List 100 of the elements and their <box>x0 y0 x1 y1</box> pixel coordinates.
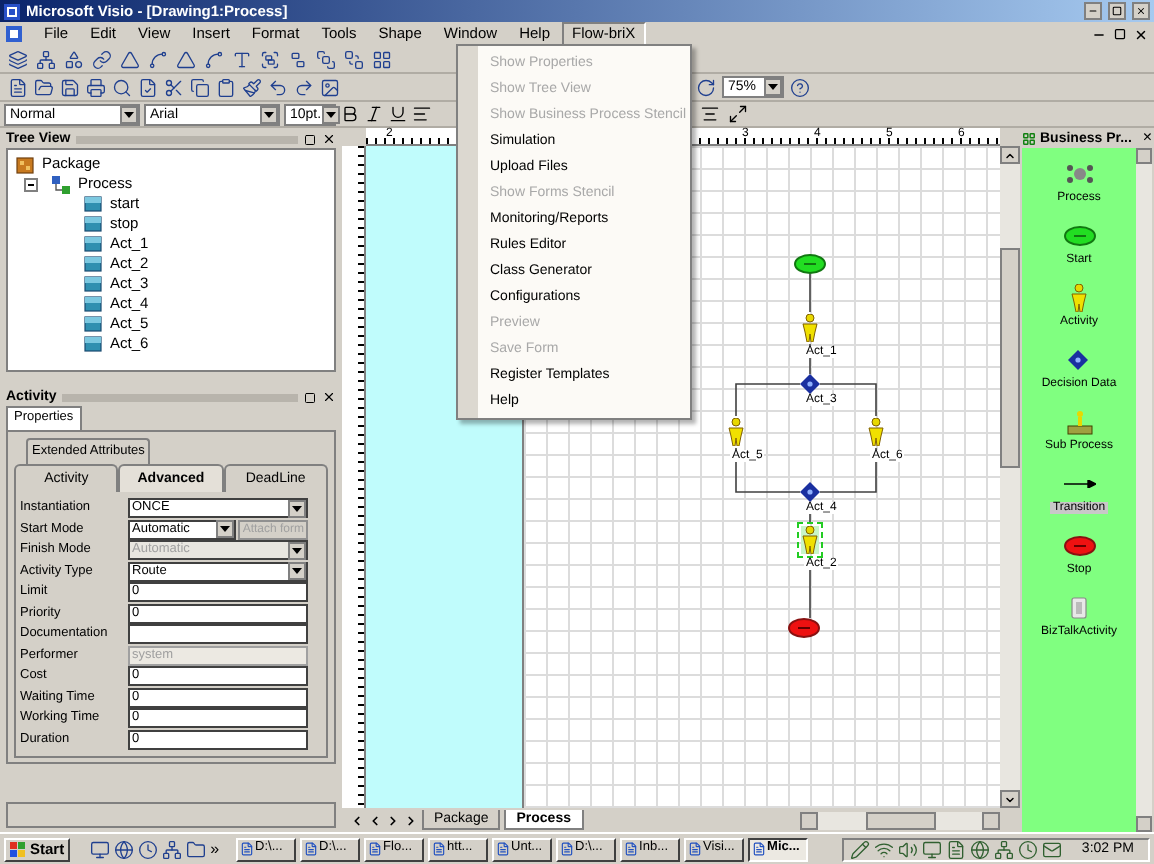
activity-shape-icon <box>1069 284 1088 312</box>
globe-icon[interactable] <box>969 839 990 859</box>
close-icon[interactable] <box>322 390 336 404</box>
minimize-button[interactable] <box>1084 2 1102 20</box>
dropdown-arrow-icon[interactable] <box>764 78 782 96</box>
connector-line <box>735 383 801 417</box>
undo-icon[interactable] <box>268 77 288 97</box>
align-center-icon[interactable] <box>700 104 720 124</box>
dropdown-arrow-icon[interactable] <box>120 105 138 123</box>
package-icon <box>16 155 34 173</box>
underline-icon[interactable] <box>388 104 408 124</box>
stencil-icon <box>1022 131 1036 145</box>
app-icon <box>4 3 20 19</box>
bring-front-icon[interactable] <box>316 49 336 69</box>
scroll-down-icon[interactable] <box>1004 793 1016 805</box>
italic-icon[interactable] <box>364 104 384 124</box>
document-icon[interactable] <box>945 839 966 859</box>
document-icon <box>623 842 638 856</box>
redo-icon[interactable] <box>294 77 314 97</box>
print-icon[interactable] <box>86 77 106 97</box>
shape-icon <box>84 196 102 212</box>
shape-icon <box>84 336 102 352</box>
dropdown-arrow-icon[interactable] <box>216 520 235 539</box>
document-icon <box>367 842 382 856</box>
close-icon[interactable] <box>322 132 336 146</box>
curve-icon[interactable] <box>204 49 224 69</box>
network-icon[interactable] <box>162 839 183 859</box>
align-left-icon[interactable] <box>412 104 432 124</box>
connector-line <box>735 447 801 493</box>
dropdown-arrow-icon[interactable] <box>288 499 306 518</box>
scroll-up-icon[interactable] <box>1004 149 1016 161</box>
last-page-icon[interactable] <box>404 813 418 827</box>
mail-icon[interactable] <box>1041 839 1062 859</box>
maximize-button[interactable] <box>1108 2 1126 20</box>
document-icon <box>239 842 254 856</box>
start-shape-icon <box>1063 226 1095 246</box>
first-page-icon[interactable] <box>350 813 364 827</box>
biztalk-shape-icon <box>1069 596 1088 620</box>
expander-icon[interactable] <box>24 177 38 191</box>
dropdown-arrow-icon[interactable] <box>321 105 340 123</box>
copy-icon[interactable] <box>190 77 210 97</box>
paste-icon[interactable] <box>216 77 236 97</box>
stencil-scrollbar[interactable] <box>1136 148 1152 832</box>
new-file-icon[interactable] <box>8 77 28 97</box>
wifi-icon[interactable] <box>873 839 894 859</box>
cut-icon[interactable] <box>164 77 184 97</box>
ungroup-icon[interactable] <box>288 49 308 69</box>
triangle-icon[interactable] <box>176 49 196 69</box>
restore-icon[interactable] <box>304 391 316 403</box>
restore-icon[interactable] <box>304 133 316 145</box>
horizontal-scrollbar[interactable] <box>800 811 1000 829</box>
stop-shape-icon <box>1063 536 1095 556</box>
next-page-icon[interactable] <box>386 813 400 827</box>
restore-icon[interactable] <box>1114 28 1126 40</box>
curve-icon[interactable] <box>148 49 168 69</box>
shapes-icon[interactable] <box>64 49 84 69</box>
spellcheck-icon[interactable] <box>138 77 158 97</box>
shape-icon <box>84 236 102 252</box>
transition-shape-icon <box>1063 480 1095 488</box>
rotate-icon[interactable] <box>696 77 716 97</box>
clock-icon[interactable] <box>1017 839 1038 859</box>
network-icon[interactable] <box>36 49 56 69</box>
document-icon[interactable] <box>6 26 22 42</box>
save-icon[interactable] <box>60 77 80 97</box>
network-icon[interactable] <box>993 839 1014 859</box>
link-icon[interactable] <box>92 49 112 69</box>
text-icon[interactable] <box>232 49 252 69</box>
grid-icon[interactable] <box>372 49 392 69</box>
document-icon <box>687 842 702 856</box>
globe-icon[interactable] <box>114 839 135 859</box>
monitor-icon[interactable] <box>921 839 942 859</box>
triangle-icon[interactable] <box>120 49 140 69</box>
resize-icon[interactable] <box>728 104 748 124</box>
volume-icon[interactable] <box>897 839 918 859</box>
layer-icon[interactable] <box>8 49 28 69</box>
previous-page-icon[interactable] <box>368 813 382 827</box>
dropdown-arrow-icon[interactable] <box>260 105 278 123</box>
dropdown-arrow-icon[interactable] <box>288 562 306 581</box>
image-icon[interactable] <box>320 77 340 97</box>
process-icon <box>52 175 70 193</box>
vertical-scrollbar[interactable] <box>1000 146 1020 808</box>
close-button[interactable]: × <box>1142 130 1152 146</box>
close-icon[interactable] <box>1134 27 1148 41</box>
document-icon <box>559 842 574 856</box>
brush-icon[interactable] <box>242 77 262 97</box>
help-icon[interactable] <box>790 77 810 97</box>
folder-icon[interactable] <box>186 839 207 859</box>
pen-icon[interactable] <box>849 839 870 859</box>
desktop-icon[interactable] <box>90 839 111 859</box>
open-folder-icon[interactable] <box>34 77 54 97</box>
send-back-icon[interactable] <box>344 49 364 69</box>
search-icon[interactable] <box>112 77 132 97</box>
process-shape-icon <box>1065 162 1093 186</box>
input-field[interactable] <box>128 624 308 645</box>
more-button[interactable]: » <box>210 841 220 857</box>
clock-icon[interactable] <box>138 839 159 859</box>
group-icon[interactable] <box>260 49 280 69</box>
bold-icon[interactable] <box>340 104 360 124</box>
document-icon <box>303 842 318 856</box>
close-button[interactable] <box>1132 2 1150 20</box>
